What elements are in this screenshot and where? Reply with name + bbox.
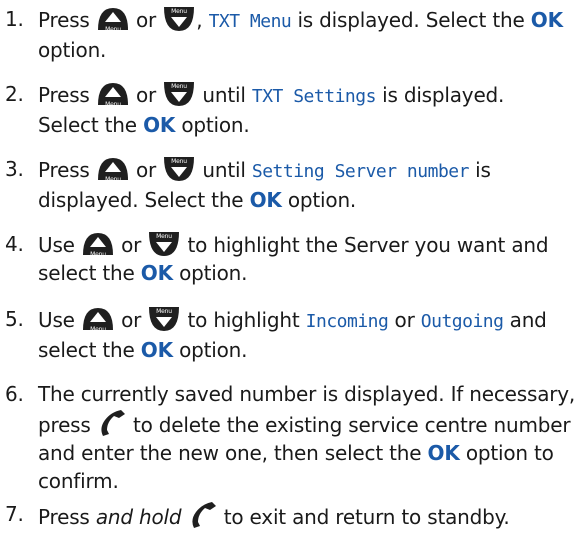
step-number: 3. bbox=[5, 157, 24, 181]
ok-option: OK bbox=[140, 338, 173, 362]
svg-text:Menu: Menu bbox=[90, 251, 106, 258]
menu-up-button-icon: Menu bbox=[96, 155, 130, 183]
svg-text:Menu: Menu bbox=[157, 308, 173, 315]
ok-option: OK bbox=[427, 441, 460, 465]
instruction-step-4: 4. Use Menu or Menu to highlight the Ser… bbox=[5, 230, 549, 285]
ok-option: OK bbox=[143, 113, 176, 137]
display-text: TXT Menu bbox=[208, 11, 292, 32]
menu-up-button-icon: Menu bbox=[96, 80, 130, 108]
svg-text:Menu: Menu bbox=[105, 26, 121, 33]
step-number: 6. bbox=[5, 382, 24, 406]
svg-text:Menu: Menu bbox=[157, 233, 173, 240]
instruction-step-1: 1. Press Menu or Menu, TXT Menu is displ… bbox=[5, 5, 563, 62]
menu-down-button-icon: Menu bbox=[162, 80, 196, 108]
ok-option: OK bbox=[140, 261, 173, 285]
step-number: 7. bbox=[5, 502, 24, 526]
menu-down-button-icon: Menu bbox=[162, 155, 196, 183]
instruction-step-6: 6. The currently saved number is display… bbox=[5, 382, 576, 493]
instruction-step-2: 2. Press Menu or Menu until TXT Settings… bbox=[5, 80, 505, 137]
menu-down-button-icon: Menu bbox=[147, 305, 181, 333]
display-text: TXT Settings bbox=[251, 86, 377, 107]
svg-text:Menu: Menu bbox=[105, 101, 121, 108]
menu-up-button-icon: Menu bbox=[81, 230, 115, 258]
instruction-step-7: 7. Press and hold to exit and return to … bbox=[5, 500, 510, 530]
svg-text:Menu: Menu bbox=[105, 176, 121, 183]
menu-up-button-icon: Menu bbox=[81, 305, 115, 333]
menu-up-button-icon: Menu bbox=[96, 5, 130, 33]
cancel-phone-button-icon bbox=[97, 408, 127, 438]
svg-text:Menu: Menu bbox=[90, 326, 106, 333]
step-number: 2. bbox=[5, 82, 24, 106]
svg-text:Menu: Menu bbox=[171, 8, 187, 15]
emphasis-text: and hold bbox=[95, 505, 182, 529]
cancel-phone-button-icon bbox=[188, 500, 218, 530]
instruction-step-5: 5. Use Menu or Menu to highlight Incomin… bbox=[5, 305, 547, 362]
ok-option: OK bbox=[530, 8, 563, 32]
svg-text:Menu: Menu bbox=[171, 158, 187, 165]
svg-text:Menu: Menu bbox=[171, 83, 187, 90]
instruction-step-3: 3. Press Menu or Menu until Setting Serv… bbox=[5, 155, 491, 212]
menu-down-button-icon: Menu bbox=[147, 230, 181, 258]
menu-down-button-icon: Menu bbox=[162, 5, 196, 33]
step-number: 5. bbox=[5, 307, 24, 331]
ok-option: OK bbox=[249, 188, 282, 212]
step-number: 4. bbox=[5, 232, 24, 256]
display-text: Incoming bbox=[305, 311, 389, 332]
display-text: Setting Server number bbox=[251, 161, 470, 182]
display-text: Outgoing bbox=[420, 311, 504, 332]
step-number: 1. bbox=[5, 7, 24, 31]
